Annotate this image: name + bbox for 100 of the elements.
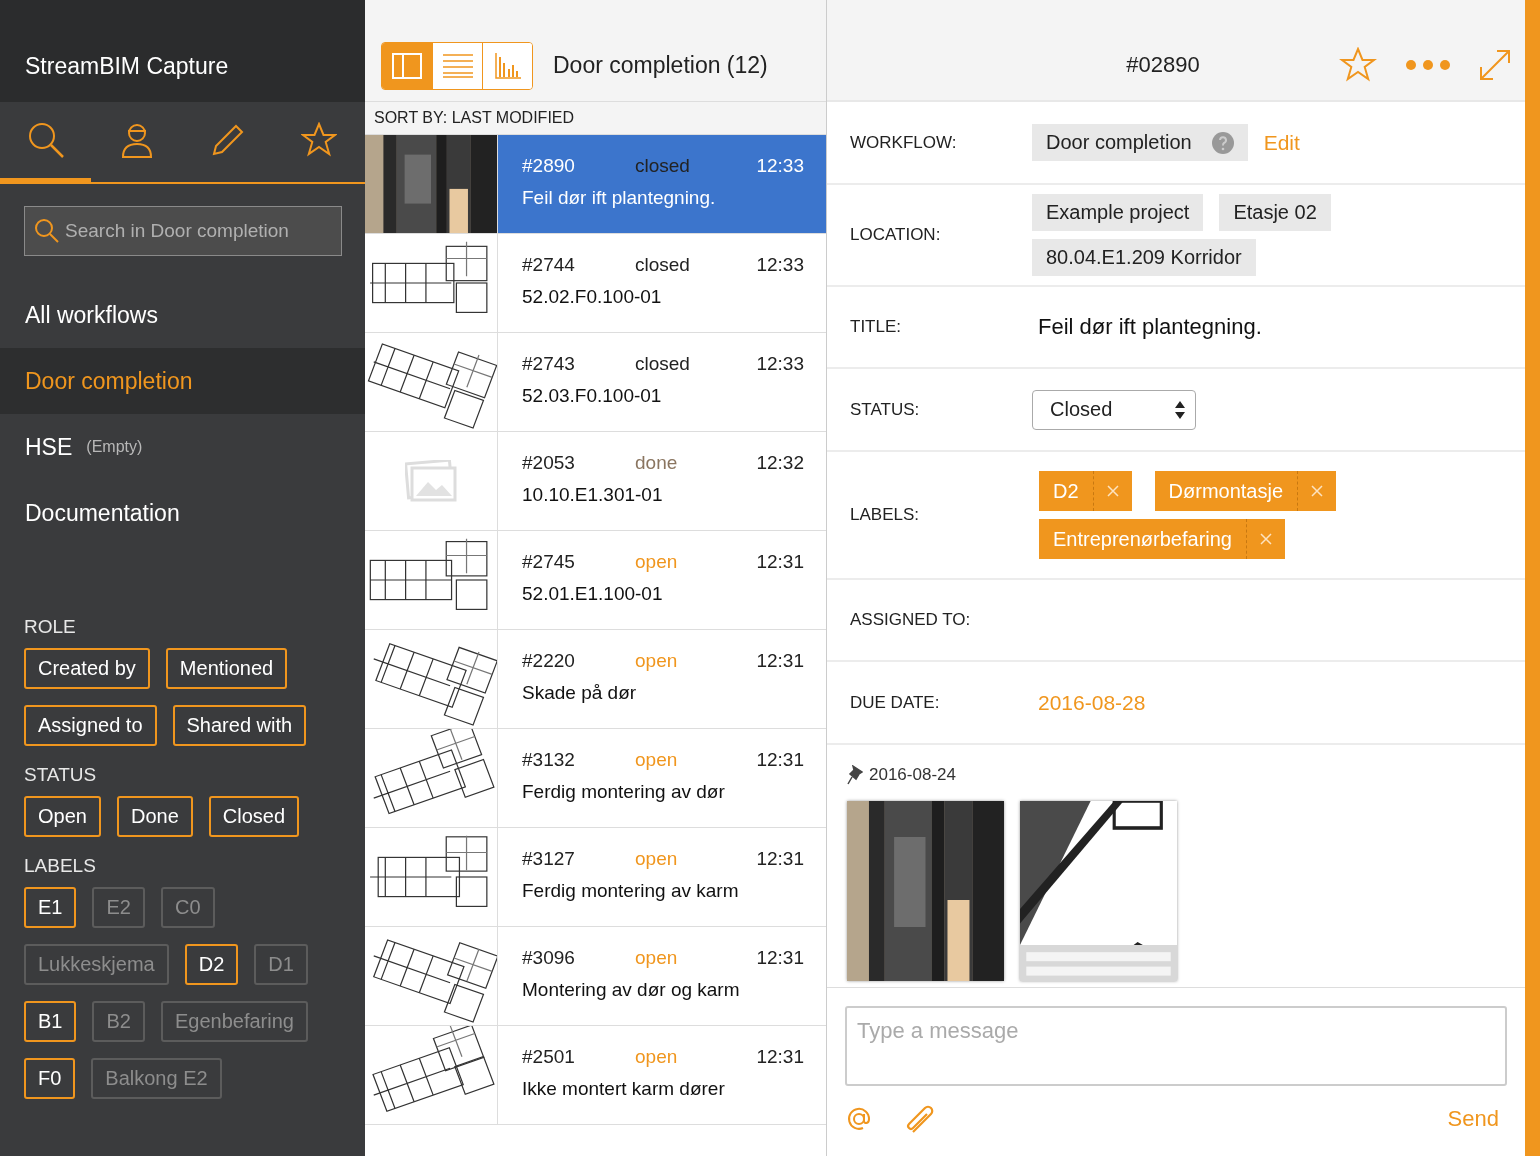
issue-time: 12:31 (756, 749, 804, 771)
issue-number: #3132 (522, 749, 576, 771)
list-view-icon (442, 53, 473, 78)
issue-number: #2745 (522, 551, 576, 573)
status-select[interactable]: Closed (1032, 389, 1196, 430)
field-label: LABELS: (850, 505, 920, 525)
image-placeholder-icon (405, 460, 457, 502)
expand-icon[interactable] (1479, 49, 1511, 81)
issue-number: #3096 (522, 947, 576, 969)
issue-row[interactable]: #2053 done 12:32 10.10.E1.301-01 (365, 432, 826, 531)
message-field[interactable]: Type a message (845, 1006, 1507, 1086)
search-field[interactable]: Search in Door completion (24, 206, 342, 256)
issue-number: #2890 (522, 155, 576, 177)
issue-title: 52.03.F0.100-01 (522, 385, 663, 407)
issue-time: 12:31 (756, 650, 804, 672)
issue-row[interactable]: #2745 open 12:31 52.01.E1.100-01 (365, 531, 826, 630)
issue-status: open (635, 749, 679, 771)
issue-row[interactable]: #3096 open 12:31 Montering av dør og karm (365, 927, 826, 1026)
view-toggle[interactable] (482, 42, 532, 89)
label-name: Entreprenørbefaring (1039, 519, 1247, 559)
issue-row[interactable]: #2743 closed 12:33 52.03.F0.100-01 (365, 333, 826, 432)
label-name: D2 (1039, 471, 1094, 511)
issue-number: #2220 (522, 650, 576, 672)
issue-time: 12:33 (756, 353, 804, 375)
issue-status: closed (635, 353, 691, 375)
attachment-date: 2016-08-24 (869, 765, 956, 785)
filter-chip[interactable]: Closed (208, 796, 299, 837)
issue-title: Ferdig montering av dør (522, 781, 726, 803)
filter-heading: STATUS (24, 764, 98, 786)
issue-row[interactable]: #2501 open 12:31 Ikke montert karm dører (365, 1026, 826, 1125)
filter-chip[interactable]: Done (116, 796, 193, 837)
workflow-item[interactable]: Door completion (0, 348, 365, 414)
issue-status: closed (635, 254, 691, 276)
issue-row[interactable]: #3132 open 12:31 Ferdig montering av dør (365, 729, 826, 828)
filter-chip[interactable]: E1 (24, 887, 77, 928)
view-toggle[interactable] (432, 42, 482, 89)
field-label: LOCATION: (850, 225, 942, 245)
workflow-item[interactable]: All workflows (0, 282, 365, 348)
workflow-item[interactable]: Documentation (0, 480, 365, 546)
pencil-icon (212, 124, 245, 156)
issue-title: Skade på dør (522, 682, 638, 704)
issue-number: #02890 (1125, 52, 1201, 78)
issue-row[interactable]: #3127 open 12:31 Ferdig montering av karm (365, 828, 826, 927)
empty-note: (Empty) (86, 438, 143, 456)
more-icon[interactable] (1405, 59, 1451, 71)
location-chip: 80.04.E1.209 Korridor (1032, 239, 1256, 276)
filter-chip[interactable]: B1 (24, 1001, 77, 1042)
issue-time: 12:32 (756, 452, 804, 474)
issue-time: 12:33 (756, 254, 804, 276)
issue-status: open (635, 650, 679, 672)
app-title: StreamBIM Capture (25, 51, 229, 80)
bar-chart-icon (494, 52, 521, 79)
filter-chip[interactable]: Assigned to (24, 705, 157, 746)
filter-chip[interactable]: Shared with (172, 705, 307, 746)
issue-number: #3127 (522, 848, 576, 870)
location-chip: Example project (1032, 194, 1204, 231)
workflow-name: Door completion (1046, 131, 1192, 154)
workflow-name: HSE (25, 433, 73, 461)
issue-row[interactable]: #2220 open 12:31 Skade på dør (365, 630, 826, 729)
view-toggle[interactable] (382, 42, 432, 89)
filter-chip[interactable]: Mentioned (165, 648, 288, 689)
issue-title: Feil dør ift plantegning. (522, 187, 717, 209)
issue-number: #2743 (522, 353, 576, 375)
mention-icon[interactable] (845, 1105, 873, 1133)
issue-title: Ikke montert karm dører (522, 1078, 726, 1100)
field-label: TITLE: (850, 317, 902, 337)
search-icon (26, 121, 65, 159)
issue-time: 12:31 (756, 947, 804, 969)
label-name: Dørmontasje (1154, 471, 1299, 511)
issue-number: #2501 (522, 1046, 576, 1068)
field-label: ASSIGNED TO: (850, 610, 972, 630)
field-label: WORKFLOW: (850, 132, 958, 153)
split-view-icon (392, 52, 422, 79)
issue-status: open (635, 551, 679, 573)
issue-row[interactable]: #2890 closed 12:33 Feil dør ift plantegning. (365, 135, 826, 234)
filter-chip[interactable]: F0 (24, 1058, 76, 1099)
issue-number: #2744 (522, 254, 576, 276)
issue-title: 52.02.F0.100-01 (522, 286, 663, 308)
issue-row[interactable]: #2744 closed 12:33 52.02.F0.100-01 (365, 234, 826, 333)
workflow-item[interactable]: HSE (Empty) (0, 414, 365, 480)
star-icon[interactable] (1339, 47, 1377, 83)
filter-chip[interactable]: Created by (24, 648, 150, 689)
star-icon (301, 122, 338, 158)
issue-status: done (635, 452, 679, 474)
pin-icon (847, 765, 863, 785)
issue-title: 52.01.E1.100-01 (522, 583, 664, 605)
issue-title: 10.10.E1.301-01 (522, 484, 664, 506)
worker-icon (120, 121, 153, 159)
issue-title: Montering av dør og karm (522, 979, 741, 1001)
sort-label[interactable]: SORT BY: LAST MODIFIED (365, 102, 826, 135)
list-title: Door completion (12) (553, 52, 768, 79)
field-label: STATUS: (850, 399, 921, 420)
filter-chip[interactable]: Open (24, 796, 101, 837)
issue-number: #2053 (522, 452, 576, 474)
issue-status: open (635, 1046, 679, 1068)
field-label: DUE DATE: (850, 692, 941, 713)
issue-time: 12:31 (756, 1046, 804, 1068)
issue-title: Ferdig montering av karm (522, 880, 740, 902)
location-chip: Etasje 02 (1219, 194, 1331, 231)
filter-chip[interactable]: D2 (184, 944, 239, 985)
